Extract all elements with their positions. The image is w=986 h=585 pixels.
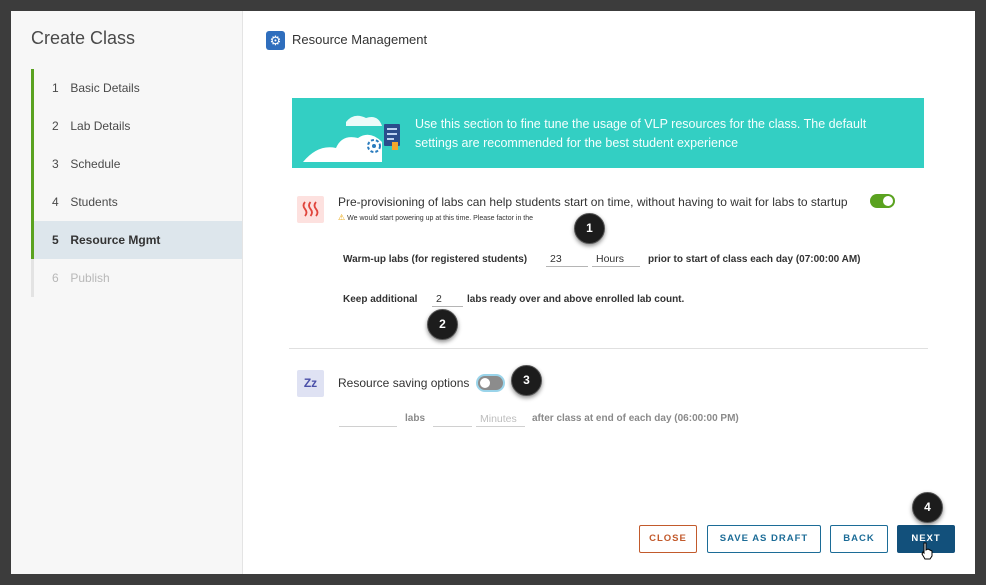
warmup-hours-input[interactable]: 23 xyxy=(546,251,588,267)
step-label: Students xyxy=(70,195,118,209)
preprov-label: Pre-provisioning of labs can help studen… xyxy=(338,195,848,209)
step-lab-details[interactable]: 2 Lab Details xyxy=(31,107,242,145)
warmup-label: Warm-up labs (for registered students) xyxy=(343,254,528,265)
callout-1: 1 xyxy=(574,213,605,244)
info-banner: Use this section to fine tune the usage … xyxy=(292,98,924,168)
step-label: Publish xyxy=(70,271,110,285)
step-number: 4 xyxy=(52,195,59,209)
callout-4: 4 xyxy=(912,492,943,523)
step-resource-mgmt[interactable]: 5 Resource Mgmt xyxy=(31,221,242,259)
banner-text: Use this section to fine tune the usage … xyxy=(415,117,867,150)
save-as-draft-button[interactable]: SAVE AS DRAFT xyxy=(707,525,821,553)
close-button[interactable]: CLOSE xyxy=(639,525,697,553)
heat-icon xyxy=(297,196,324,223)
section-divider xyxy=(289,348,928,349)
dialog-title: Create Class xyxy=(31,28,136,48)
gear-icon: ⚙ xyxy=(266,31,285,50)
callout-3: 3 xyxy=(511,365,542,396)
step-label: Lab Details xyxy=(70,119,131,133)
saving-minutes-select[interactable]: Minutes xyxy=(476,411,525,427)
hand-cursor-icon xyxy=(921,542,933,560)
step-basic-details[interactable]: 1 Basic Details xyxy=(31,69,242,107)
saving-labs-input[interactable] xyxy=(339,411,397,427)
wizard-sidebar: Create Class 1 Basic Details 2 Lab Detai… xyxy=(11,11,243,574)
sleep-icon: Zz xyxy=(297,370,324,397)
warmup-unit-select[interactable]: Hours xyxy=(592,251,640,267)
keep-label: Keep additional xyxy=(343,294,418,305)
section-title: Resource Management xyxy=(292,32,428,47)
saving-toggle[interactable] xyxy=(478,376,503,390)
back-button[interactable]: BACK xyxy=(830,525,888,553)
warning-icon: ⚠ xyxy=(338,213,346,222)
warning-text: We would start powering up at this time.… xyxy=(347,215,534,222)
step-number: 1 xyxy=(52,81,59,95)
saving-minutes-input[interactable] xyxy=(433,411,472,427)
warmup-suffix: prior to start of class each day (07:00:… xyxy=(648,254,861,265)
step-number: 2 xyxy=(52,119,59,133)
step-label: Basic Details xyxy=(70,81,140,95)
step-number: 6 xyxy=(52,271,59,285)
cloud-illustration-icon xyxy=(303,115,400,162)
saving-label: Resource saving options xyxy=(338,376,470,390)
preprov-toggle[interactable] xyxy=(870,194,895,208)
keep-additional-input[interactable]: 2 xyxy=(432,291,463,307)
keep-suffix: labs ready over and above enrolled lab c… xyxy=(467,294,685,305)
step-number: 3 xyxy=(52,157,59,171)
step-number: 5 xyxy=(52,233,59,247)
create-class-dialog: Create Class 1 Basic Details 2 Lab Detai… xyxy=(11,11,975,574)
callout-2: 2 xyxy=(427,309,458,340)
step-label: Resource Mgmt xyxy=(70,233,161,247)
toggle-knob xyxy=(883,196,893,206)
step-label: Schedule xyxy=(70,157,121,171)
wizard-steps: 1 Basic Details 2 Lab Details 3 Schedule… xyxy=(31,69,242,297)
saving-suffix: after class at end of each day (06:00:00… xyxy=(532,413,739,424)
step-schedule[interactable]: 3 Schedule xyxy=(31,145,242,183)
saving-labs-label: labs xyxy=(405,413,426,424)
toggle-knob xyxy=(480,378,490,388)
step-students[interactable]: 4 Students xyxy=(31,183,242,221)
step-publish: 6 Publish xyxy=(31,259,242,297)
preprov-warning: ⚠ We would start powering up at this time… xyxy=(338,213,533,222)
